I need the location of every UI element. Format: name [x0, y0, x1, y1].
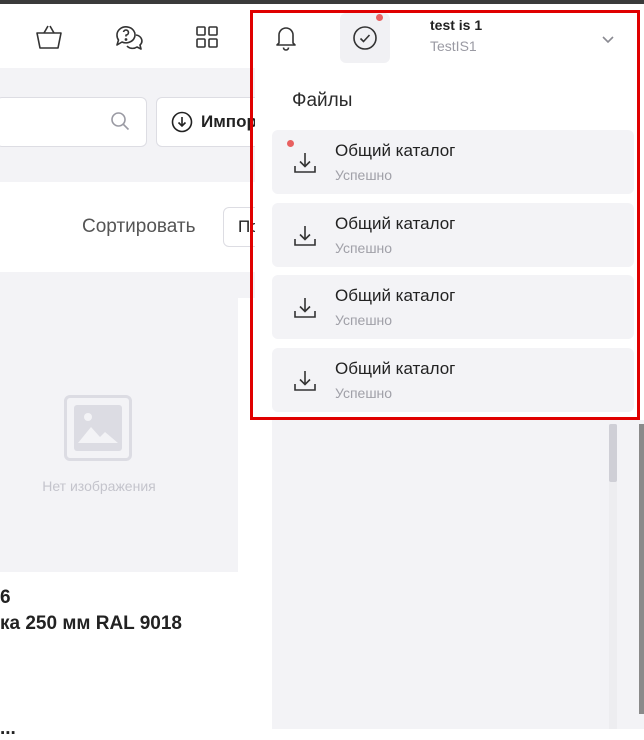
- side-panel-background: [272, 420, 644, 729]
- download-icon[interactable]: [292, 295, 318, 321]
- chat-question-icon: [116, 26, 143, 50]
- section-divider: [0, 272, 272, 298]
- sort-label: Сортировать: [82, 216, 196, 237]
- file-item[interactable]: Общий каталог Успешно: [272, 348, 634, 412]
- download-icon[interactable]: [292, 223, 318, 249]
- window-edge: [639, 424, 644, 714]
- download-icon[interactable]: [292, 150, 318, 176]
- image-placeholder-icon: [64, 395, 132, 461]
- chevron-down-icon[interactable]: [598, 30, 618, 50]
- basket-icon: [36, 25, 62, 49]
- product-code: 6: [0, 587, 11, 608]
- file-item-name: Общий каталог: [335, 359, 456, 378]
- bell-icon: [276, 27, 296, 51]
- product-name[interactable]: ка 250 мм RAL 9018: [0, 613, 182, 635]
- search-input[interactable]: [0, 97, 147, 147]
- grid-icon: [196, 26, 218, 48]
- file-item[interactable]: Общий каталог Успешно: [272, 275, 634, 339]
- file-item-name: Общий каталог: [335, 286, 456, 305]
- tasks-button[interactable]: [340, 13, 390, 63]
- file-item[interactable]: Общий каталог Успешно: [272, 203, 634, 267]
- tasks-unread-badge: [376, 14, 383, 21]
- file-item-name: Общий каталог: [335, 214, 456, 233]
- apps-button[interactable]: [190, 20, 224, 54]
- no-image-text: Нет изображения: [42, 478, 156, 494]
- scrollbar-thumb[interactable]: [609, 424, 617, 482]
- check-circle-icon: [353, 26, 377, 50]
- product-price: ...: [0, 718, 16, 739]
- search-icon: [111, 112, 130, 131]
- file-item-status: Успешно: [335, 167, 393, 183]
- cart-button[interactable]: [32, 20, 66, 54]
- user-name[interactable]: test is 1: [430, 17, 482, 33]
- user-organization[interactable]: TestIS1: [430, 38, 477, 54]
- import-icon: [171, 111, 193, 133]
- header: test is 1 TestIS1: [0, 4, 644, 68]
- file-item-status: Успешно: [335, 385, 393, 401]
- file-item-name: Общий каталог: [335, 141, 456, 160]
- files-dropdown-title: Файлы: [292, 90, 353, 111]
- product-image-placeholder[interactable]: Нет изображения: [0, 298, 238, 572]
- download-icon[interactable]: [292, 368, 318, 394]
- file-unread-badge: [287, 140, 294, 147]
- support-button[interactable]: [111, 20, 145, 54]
- file-item-status: Успешно: [335, 240, 393, 256]
- file-item[interactable]: Общий каталог Успешно: [272, 130, 634, 194]
- notifications-button[interactable]: [269, 20, 303, 54]
- file-item-status: Успешно: [335, 312, 393, 328]
